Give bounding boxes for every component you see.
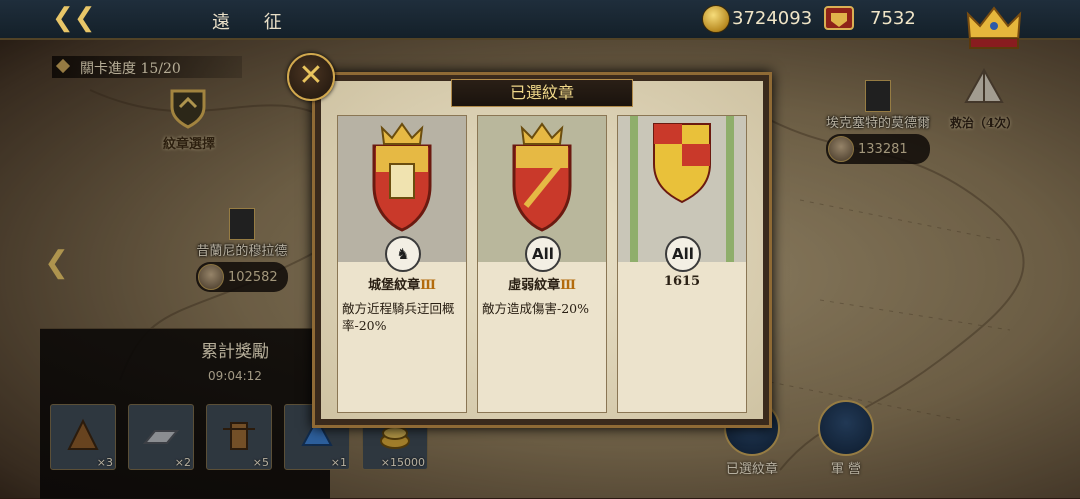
crest-points-icon bbox=[824, 6, 854, 30]
knight-badge-icon: ♞ bbox=[385, 236, 421, 272]
all-badge: All bbox=[525, 236, 561, 272]
emblem-name: 城堡紋章Ⅲ bbox=[368, 278, 436, 293]
emblem-tier: Ⅲ bbox=[560, 278, 576, 293]
back-arrow-icon[interactable]: ❮❮ bbox=[52, 4, 96, 32]
top-bar: ❮❮ 遠 征 3724093 7532 bbox=[0, 0, 1080, 49]
modal-body: 已選紋章 ♞ 城堡紋章Ⅲ 敵方近程騎兵迂回概率-20% All 虛弱紋章Ⅲ 敵方… bbox=[321, 79, 763, 419]
page-title: 遠 征 bbox=[212, 12, 296, 33]
gold-amount: 3724093 bbox=[732, 8, 813, 29]
emblem-card-castle[interactable]: ♞ 城堡紋章Ⅲ 敵方近程騎兵迂回概率-20% bbox=[337, 115, 467, 413]
emblem-name: 1615 bbox=[663, 274, 701, 289]
emblem-description: 敵方近程騎兵迂回概率-20% bbox=[342, 301, 455, 333]
emblem-name: 虛弱紋章Ⅲ bbox=[508, 278, 576, 293]
crest-points-amount: 7532 bbox=[870, 8, 916, 29]
emblem-description: 敵方造成傷害-20% bbox=[482, 301, 590, 316]
emblem-card-1615[interactable]: All 1615 bbox=[617, 115, 747, 413]
gold-coin-icon bbox=[702, 5, 730, 33]
modal-title: 已選紋章 bbox=[451, 79, 633, 107]
close-icon[interactable]: ✕ bbox=[287, 53, 335, 101]
emblem-card-weakness[interactable]: All 虛弱紋章Ⅲ 敵方造成傷害-20% bbox=[477, 115, 607, 413]
selected-emblems-modal: 已選紋章 ♞ 城堡紋章Ⅲ 敵方近程騎兵迂回概率-20% All 虛弱紋章Ⅲ 敵方… bbox=[312, 72, 772, 428]
all-badge: All bbox=[665, 236, 701, 272]
emblem-tier: Ⅲ bbox=[420, 278, 436, 293]
